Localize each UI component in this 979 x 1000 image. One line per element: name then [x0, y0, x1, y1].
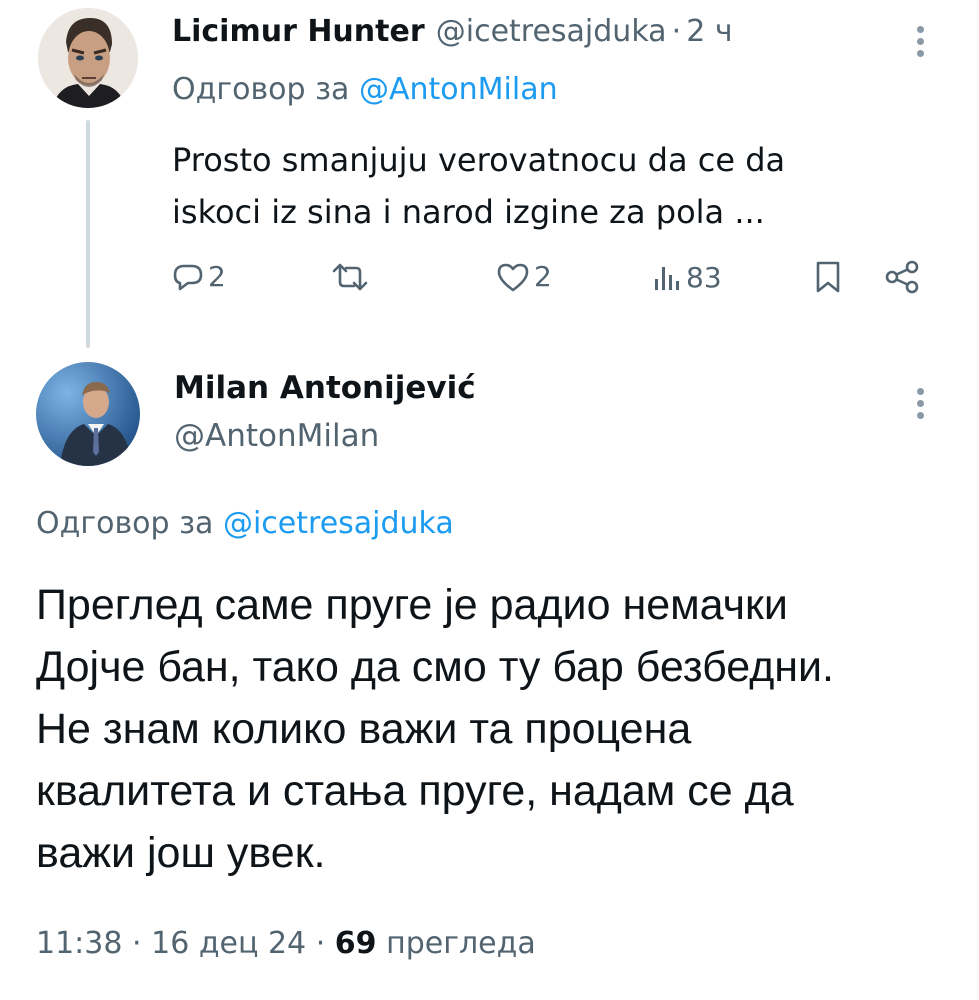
milan-avatar[interactable]	[36, 362, 140, 466]
reply-count: 2	[208, 260, 226, 293]
retweet-button[interactable]	[330, 262, 370, 292]
views-icon	[655, 266, 679, 290]
reply-icon	[173, 264, 203, 290]
views-count: 69	[334, 926, 377, 961]
tweet-text-line: квалитета и стања пруге, надам се да	[36, 767, 794, 815]
share-icon	[885, 260, 919, 294]
retweet-icon	[332, 263, 368, 291]
avatar-image	[38, 8, 138, 108]
more-options-icon[interactable]	[917, 388, 925, 424]
licimur-avatar[interactable]	[38, 8, 138, 108]
like-button[interactable]: 2	[496, 260, 552, 293]
tweet-text-line: Дојче бан, тако да смо ту бар безбедни.	[36, 643, 834, 691]
reply-prefix: Одговор за	[36, 506, 214, 541]
more-options-icon[interactable]	[917, 26, 925, 62]
share-button[interactable]	[884, 260, 920, 294]
like-count: 2	[534, 260, 552, 293]
views-count: 83	[686, 261, 722, 294]
tweet-text-line: Не знам колико важи та процена	[36, 705, 692, 753]
avatar-image	[36, 362, 140, 466]
tweet-date[interactable]: 16 дец 24	[151, 926, 306, 961]
separator-dot: ·	[132, 926, 142, 961]
replying-to: Одговор за @AntonMilan	[172, 72, 558, 107]
tweet-text-line: Prosto smanjuju verovatnocu da ce da	[172, 141, 786, 179]
tweet-time[interactable]: 11:38	[36, 926, 122, 961]
reply-to-link[interactable]: @AntonMilan	[359, 72, 558, 107]
author-name[interactable]: Licimur Hunter	[172, 14, 425, 49]
bookmark-icon	[816, 261, 840, 293]
separator-dot: ·	[671, 14, 682, 49]
main-replying-to: Одговор за @icetresajduka	[36, 506, 454, 541]
views-button[interactable]: 83	[652, 261, 722, 294]
separator-dot: ·	[315, 926, 326, 961]
reply-button[interactable]: 2	[172, 260, 226, 293]
tweet-text-line: iskoci iz sina i narod izgine za pola ..…	[172, 193, 765, 231]
reply-prefix: Одговор за	[172, 72, 350, 107]
main-author-handle[interactable]: @AntonMilan	[174, 418, 379, 454]
tweet-text-line: важи још увек.	[36, 829, 326, 877]
author-handle[interactable]: @icetresajduka	[436, 14, 667, 49]
reply-to-link[interactable]: @icetresajduka	[223, 506, 454, 541]
reply-tweet-header: Licimur Hunter @icetresajduka · 2 ч	[172, 14, 733, 49]
views-label: прегледа	[386, 926, 536, 961]
like-icon	[497, 263, 529, 291]
main-tweet-text: Преглед саме пруге је радио немачки Дојч…	[36, 574, 834, 884]
thread-connector-line	[86, 120, 90, 348]
tweet-text-line: Преглед саме пруге је радио немачки	[36, 581, 788, 629]
main-author-name[interactable]: Milan Antonijević	[174, 370, 476, 406]
reply-tweet-text: Prosto smanjuju verovatnocu da ce da isk…	[172, 134, 785, 238]
bookmark-button[interactable]	[814, 260, 842, 294]
tweet-time[interactable]: 2 ч	[686, 14, 732, 49]
tweet-metadata: 11:38 · 16 дец 24 · 69 прегледа	[36, 926, 536, 961]
